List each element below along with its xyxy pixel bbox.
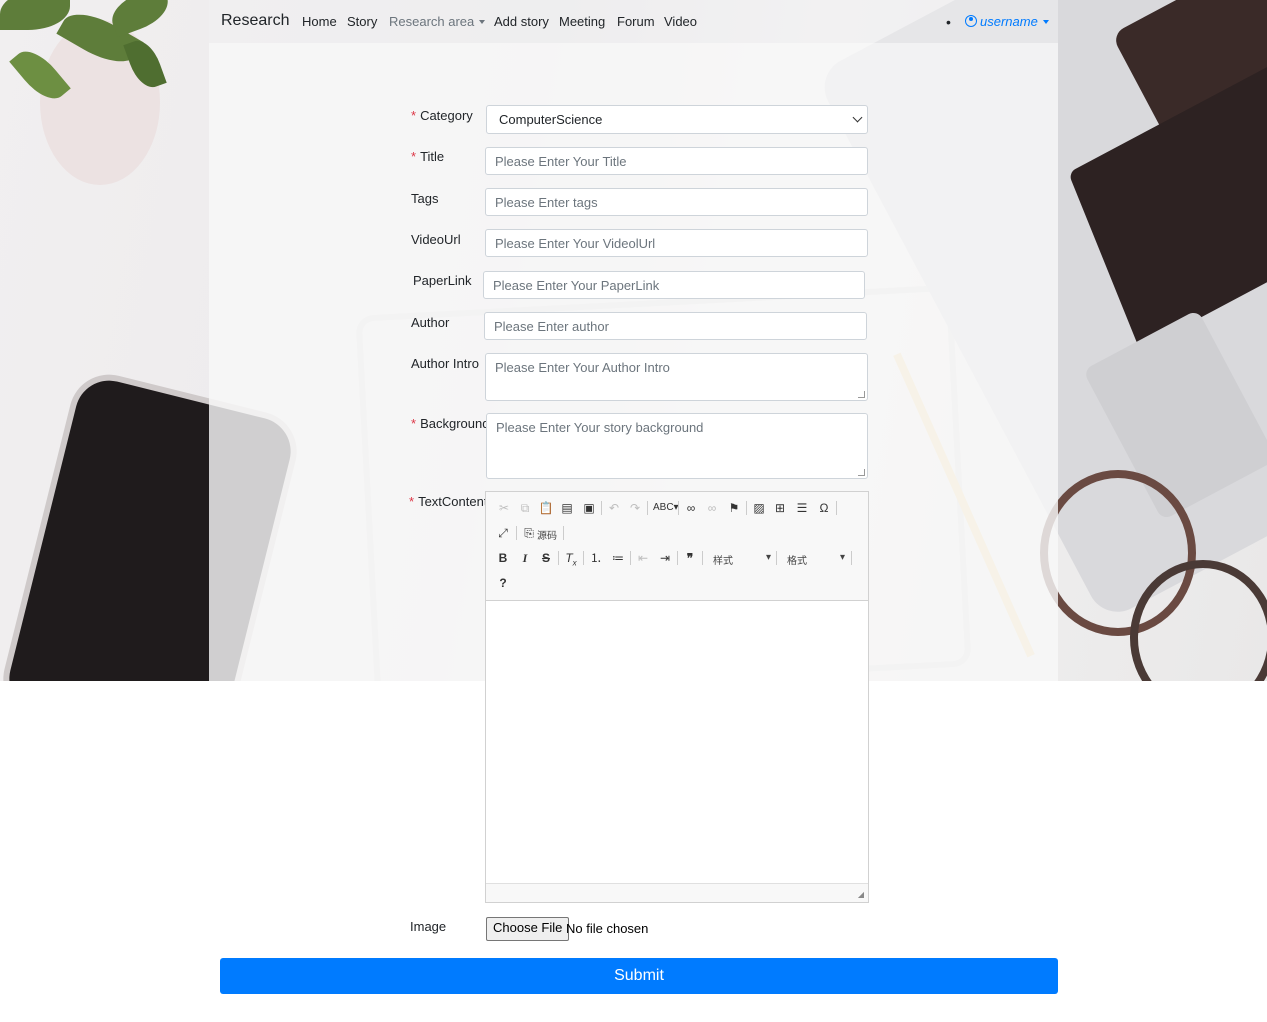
italic-icon[interactable]: I [517, 550, 533, 566]
horizontal-line-icon[interactable]: ☰ [794, 500, 810, 516]
choose-file-button[interactable]: Choose File [486, 917, 570, 941]
nav-video[interactable]: Video [664, 14, 697, 29]
background-textarea[interactable]: Please Enter Your story background [486, 413, 868, 479]
paperlink-input[interactable]: Please Enter Your PaperLink [483, 271, 865, 299]
editor-toolbar: ✂ ⧉ 📋 ▤ ▣ ↶ ↷ ABC▾ ∞ ∞ ⚑ ▨ ⊞ ☰ Ω ⤢ ⎘ 源码 … [486, 492, 868, 601]
author-intro-label: Author Intro [411, 356, 479, 371]
spellcheck-icon[interactable]: ABC▾ [653, 500, 679, 516]
author-intro-textarea[interactable]: Please Enter Your Author Intro [485, 353, 868, 401]
chevron-down-icon: ▾ [766, 552, 772, 563]
nav-bullet: • [946, 14, 951, 30]
link-icon[interactable]: ∞ [683, 500, 699, 516]
nav-research-area[interactable]: Research area [389, 14, 486, 29]
rich-text-editor: ✂ ⧉ 📋 ▤ ▣ ↶ ↷ ABC▾ ∞ ∞ ⚑ ▨ ⊞ ☰ Ω ⤢ ⎘ 源码 … [485, 491, 869, 903]
source-icon[interactable]: ⎘ [521, 525, 537, 541]
title-label: * Title [411, 149, 445, 164]
navbar: Research Home Story Research area Add st… [209, 0, 1058, 43]
help-icon[interactable]: ? [495, 575, 511, 591]
user-circle-icon [965, 15, 977, 27]
paste-icon[interactable]: 📋 [538, 500, 554, 516]
copy-icon[interactable]: ⧉ [517, 500, 533, 516]
numbered-list-icon[interactable]: ⒈ [588, 550, 604, 566]
strikethrough-icon[interactable]: S [538, 550, 554, 566]
bulleted-list-icon[interactable]: ≔ [610, 550, 626, 566]
resize-handle-icon[interactable] [858, 391, 865, 398]
outdent-icon[interactable]: ⇤ [635, 550, 651, 566]
chevron-down-icon [1042, 20, 1049, 24]
user-menu[interactable]: username [965, 14, 1049, 29]
bold-icon[interactable]: B [495, 550, 511, 566]
table-icon[interactable]: ⊞ [772, 500, 788, 516]
videourl-input[interactable]: Please Enter Your VideolUrl [485, 229, 868, 257]
blockquote-icon[interactable]: ❞ [682, 550, 698, 566]
remove-format-icon[interactable]: Tx [563, 550, 579, 571]
nav-forum[interactable]: Forum [617, 14, 655, 29]
editor-content-area[interactable] [486, 601, 868, 884]
nav-add-story[interactable]: Add story [494, 14, 549, 29]
redo-icon[interactable]: ↷ [627, 500, 643, 516]
resize-handle-icon[interactable] [858, 469, 865, 476]
unlink-icon[interactable]: ∞ [704, 500, 720, 516]
background-label: * Background [411, 416, 490, 431]
chevron-down-icon: ▾ [840, 552, 846, 563]
author-input[interactable]: Please Enter author [484, 312, 867, 340]
category-label: * Category [411, 108, 473, 123]
submit-button[interactable]: Submit [220, 958, 1058, 994]
format-dropdown[interactable]: 格式 [787, 552, 807, 567]
paste-text-icon[interactable]: ▤ [559, 500, 575, 516]
chevron-down-icon [852, 112, 863, 123]
image-label: Image [410, 919, 447, 934]
author-label: Author [411, 315, 450, 330]
indent-icon[interactable]: ⇥ [657, 550, 673, 566]
file-status: No file chosen [566, 921, 649, 936]
tags-input[interactable]: Please Enter tags [485, 188, 868, 216]
resize-grip-icon[interactable]: ◢ [858, 890, 864, 899]
source-button[interactable]: 源码 [537, 527, 557, 542]
chevron-down-icon [479, 20, 486, 24]
maximize-icon[interactable]: ⤢ [495, 525, 511, 541]
category-select[interactable]: ComputerScience [486, 105, 868, 134]
textcontent-label: * TextContent [409, 494, 488, 509]
nav-meeting[interactable]: Meeting [559, 14, 605, 29]
paperlink-label: PaperLink [413, 273, 472, 288]
title-input[interactable]: Please Enter Your Title [485, 147, 868, 175]
brand-link[interactable]: Research [221, 12, 289, 30]
style-dropdown[interactable]: 样式 [713, 552, 733, 567]
videourl-label: VideoUrl [411, 232, 461, 247]
undo-icon[interactable]: ↶ [606, 500, 622, 516]
nav-story[interactable]: Story [347, 14, 377, 29]
anchor-flag-icon[interactable]: ⚑ [726, 500, 742, 516]
paste-word-icon[interactable]: ▣ [581, 500, 597, 516]
cut-icon[interactable]: ✂ [496, 500, 512, 516]
tags-label: Tags [411, 191, 439, 206]
image-icon[interactable]: ▨ [751, 500, 767, 516]
nav-home[interactable]: Home [302, 14, 337, 29]
editor-statusbar: ◢ [486, 883, 868, 902]
special-char-icon[interactable]: Ω [816, 500, 832, 516]
